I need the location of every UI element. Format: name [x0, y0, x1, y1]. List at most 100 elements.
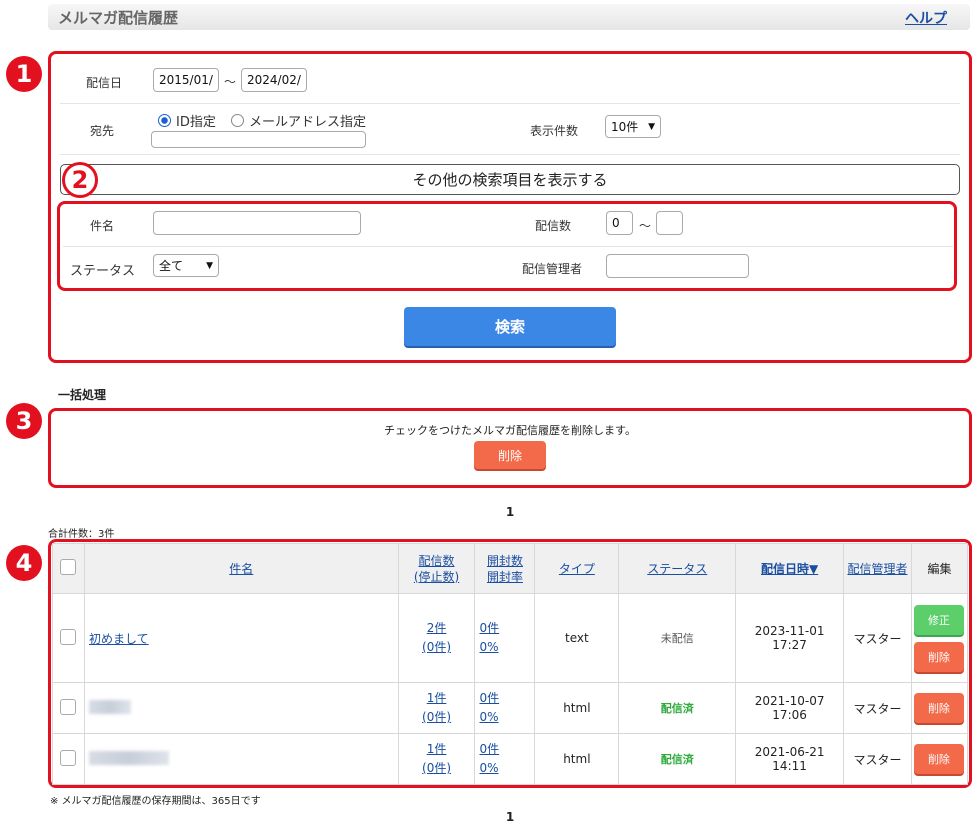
destination-input[interactable]: [151, 131, 366, 148]
pager-bottom[interactable]: 1: [0, 810, 980, 824]
radio-mail-label: メールアドレス指定: [249, 115, 367, 130]
th-subject: 件名: [83, 543, 399, 594]
th-sends: 配信数 (停止数): [397, 543, 476, 594]
row-stops-link[interactable]: (0件): [422, 640, 451, 654]
row-type: html: [534, 682, 620, 734]
row-type: text: [534, 593, 620, 683]
row-stops-link[interactable]: (0件): [422, 761, 451, 775]
status-select[interactable]: 全て ▼: [153, 254, 219, 277]
row-rate-link[interactable]: 0%: [479, 640, 498, 654]
chevron-down-icon: ▼: [206, 260, 213, 271]
row-opens-link[interactable]: 0件: [479, 742, 499, 756]
row-opens-link[interactable]: 0件: [479, 621, 499, 635]
count-label: 表示件数: [530, 124, 579, 138]
sort-subject-link[interactable]: 件名: [229, 562, 253, 576]
row-subject-link[interactable]: 初めまして: [89, 632, 149, 646]
table-row: 1件 (0件) 0件 0% html 配信済 2021-06-21 14:11 マス…: [52, 733, 969, 785]
sort-type-link[interactable]: タイプ: [559, 562, 595, 576]
select-all-cell: [52, 543, 85, 594]
divider: [60, 154, 960, 155]
row-checkbox[interactable]: [60, 749, 77, 766]
sends-to-input[interactable]: [656, 211, 683, 235]
row-checkbox[interactable]: [60, 628, 77, 645]
date-to-input[interactable]: [241, 68, 307, 92]
sort-sends-link[interactable]: 配信数: [419, 554, 455, 568]
row-manager: マスター: [843, 593, 912, 683]
search-button[interactable]: 検索: [404, 307, 616, 346]
radio-mail[interactable]: メールアドレス指定: [231, 111, 366, 130]
retention-note: ※ メルマガ配信履歴の保存期間は、365日です: [50, 796, 261, 807]
sort-status-link[interactable]: ステータス: [647, 562, 707, 576]
radio-id-button[interactable]: [158, 114, 171, 127]
row-check-cell: [52, 593, 85, 683]
bulk-heading: 一括処理: [58, 388, 107, 402]
bulk-delete-button[interactable]: 削除: [474, 441, 546, 469]
sort-rate-link[interactable]: 開封率: [487, 570, 523, 584]
table-header-row: 件名 配信数 (停止数) 開封数開封率 タイプ ステータス 配信日時▼ 配信管理者…: [52, 543, 969, 594]
th-type: タイプ: [534, 543, 620, 594]
delete-button[interactable]: 削除: [913, 744, 964, 774]
marker-3: 3: [6, 403, 42, 439]
row-subject-cell: [83, 682, 399, 734]
redacted-subject: [88, 750, 169, 765]
divider: [63, 246, 953, 247]
sort-opens-link[interactable]: 開封数: [487, 554, 523, 568]
chevron-down-icon: ▼: [648, 121, 655, 132]
pager-top[interactable]: 1: [0, 505, 980, 519]
row-manager: マスター: [843, 733, 912, 785]
radio-id[interactable]: ID指定: [158, 111, 216, 130]
row-manager: マスター: [843, 682, 912, 734]
edit-button[interactable]: 修正: [913, 604, 964, 635]
row-sends-cell: 1件 (0件): [397, 682, 476, 734]
th-manager: 配信管理者: [843, 543, 912, 594]
subject-input[interactable]: [153, 211, 361, 235]
row-sends-link[interactable]: 1件: [427, 742, 447, 756]
radio-id-label: ID指定: [176, 115, 216, 130]
sort-manager-link[interactable]: 配信管理者: [847, 562, 907, 576]
row-status: 配信済: [618, 733, 737, 785]
row-actions-cell: 削除: [910, 682, 969, 734]
row-rate-link[interactable]: 0%: [479, 761, 498, 775]
row-actions-cell: 修正 削除: [910, 593, 969, 683]
row-sends-link[interactable]: 2件: [427, 621, 447, 635]
date-from-input[interactable]: [153, 68, 219, 92]
sort-stops-link[interactable]: (停止数): [414, 570, 459, 584]
show-more-toggle[interactable]: その他の検索項目を表示する: [60, 164, 960, 195]
row-sends-cell: 1件 (0件): [397, 733, 476, 785]
marker-1: 1: [6, 56, 42, 92]
marker-2: 2: [62, 162, 98, 198]
delete-button[interactable]: 削除: [913, 641, 964, 672]
row-status: 未配信: [618, 593, 737, 683]
divider: [60, 103, 960, 104]
date-separator: ～: [224, 75, 237, 89]
row-opens-link[interactable]: 0件: [479, 691, 499, 705]
select-all-checkbox[interactable]: [60, 559, 77, 575]
row-status: 配信済: [618, 682, 737, 734]
row-actions-cell: 削除: [910, 733, 969, 785]
bulk-message: チェックをつけたメルマガ配信履歴を削除します。: [384, 424, 636, 437]
sends-from-input[interactable]: [606, 211, 633, 235]
th-opens: 開封数 開封率: [474, 543, 536, 594]
row-sends-link[interactable]: 1件: [427, 691, 447, 705]
table-row: 初めまして 2件 (0件) 0件 0% text 未配信 2023-11-01 17…: [52, 593, 969, 683]
row-date: 2023-11-01 17:27: [735, 593, 845, 683]
help-link[interactable]: ヘルプ: [905, 8, 947, 28]
redacted-subject: [88, 699, 131, 714]
manager-input[interactable]: [606, 254, 749, 278]
row-check-cell: [52, 682, 85, 734]
row-stops-link[interactable]: (0件): [422, 710, 451, 724]
status-value: 全て: [159, 259, 184, 273]
row-checkbox[interactable]: [60, 698, 77, 715]
count-select[interactable]: 10件 ▼: [605, 115, 661, 138]
delete-button[interactable]: 削除: [913, 693, 964, 723]
total-count: 合計件数：3件: [48, 529, 115, 540]
row-rate-link[interactable]: 0%: [479, 710, 498, 724]
sort-date-link[interactable]: 配信日時▼: [761, 562, 818, 576]
radio-mail-button[interactable]: [231, 114, 244, 127]
row-sends-cell: 2件 (0件): [397, 593, 476, 683]
status-label: ステータス: [70, 264, 136, 279]
row-subject-cell: 初めまして: [83, 593, 399, 683]
date-label: 配信日: [86, 76, 123, 90]
marker-4: 4: [6, 545, 42, 581]
row-subject-cell: [83, 733, 399, 785]
